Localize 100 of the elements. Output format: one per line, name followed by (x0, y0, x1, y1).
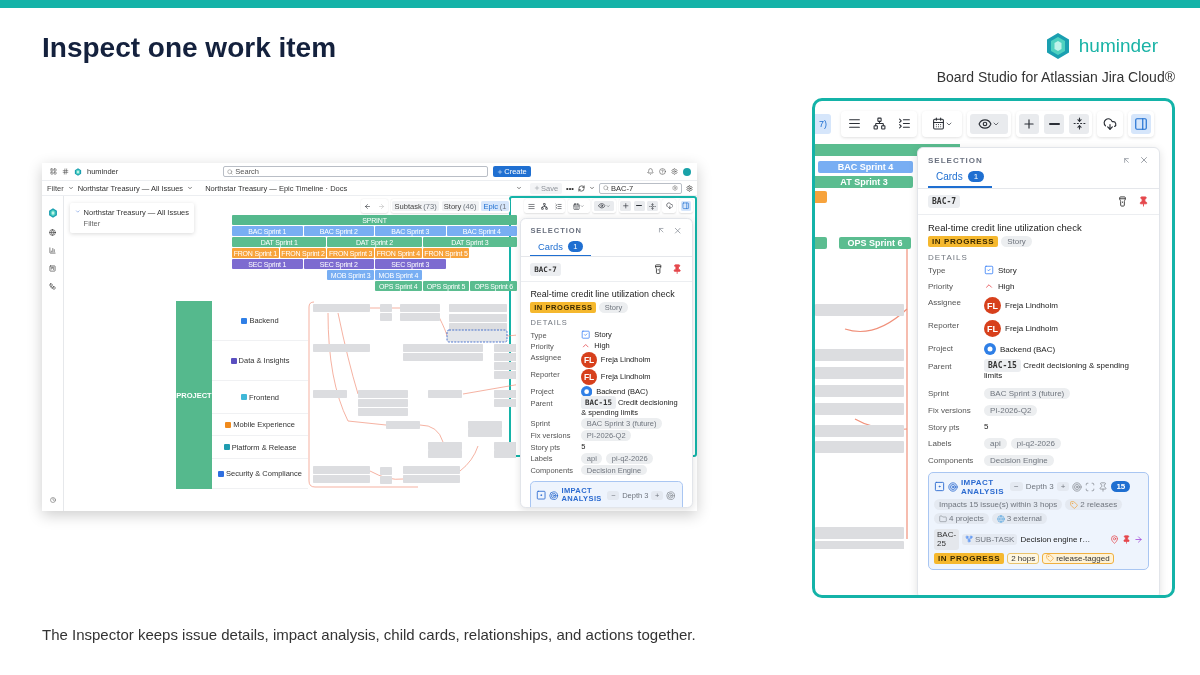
impact-chip: 3 external (991, 513, 1047, 525)
pin-icon[interactable] (1098, 481, 1109, 492)
field-label: Priority (530, 340, 555, 351)
map-pin-icon[interactable] (1110, 534, 1119, 544)
impact-chip: 2 releases (1065, 499, 1123, 511)
filter-chip[interactable]: 7) (815, 113, 831, 134)
depth-increase-button[interactable]: + (651, 490, 664, 500)
caret-icon[interactable] (516, 185, 522, 191)
parent-issue[interactable]: BAC-15 Credit decisioning & spending limits (581, 397, 683, 418)
tag-icon (1070, 500, 1079, 509)
board-icon[interactable] (49, 265, 56, 272)
help-icon[interactable] (659, 168, 666, 175)
pin-icon[interactable] (1122, 534, 1131, 544)
caret-icon[interactable] (187, 185, 194, 191)
hash-icon[interactable] (62, 168, 69, 175)
caret-icon[interactable] (589, 185, 595, 191)
target-icon[interactable] (1072, 481, 1083, 492)
field-value: Story (998, 265, 1017, 275)
bell-icon[interactable] (647, 168, 654, 175)
depth-increase-button[interactable]: + (1056, 482, 1070, 492)
field-label: Priority (928, 281, 954, 291)
field-chip: PI-2026-Q2 (984, 404, 1038, 416)
chart-icon[interactable] (49, 247, 56, 254)
field-value: Freja Lindholm (1005, 301, 1058, 310)
avatar: FL (581, 368, 598, 385)
flashlight-icon[interactable] (1117, 196, 1128, 207)
field-value: Freja Lindholm (600, 372, 651, 382)
globe-icon (996, 514, 1005, 523)
panel-heading: SELECTION (530, 225, 583, 235)
field-value: 5 (984, 421, 989, 431)
zoom-in-button[interactable] (1019, 113, 1039, 134)
clock-icon[interactable] (49, 497, 56, 503)
list-icon (897, 117, 911, 130)
globe-icon[interactable] (49, 229, 56, 236)
avatar: FL (581, 351, 598, 368)
field-label: Components (928, 454, 975, 465)
tag-icon (1046, 554, 1055, 563)
tagline: Board Studio for Atlassian Jira Cloud® (936, 69, 1175, 85)
field-value: High (594, 341, 610, 351)
pin-icon[interactable] (672, 264, 683, 275)
zoom-out-button[interactable] (1044, 113, 1064, 134)
depth-label: Depth 3 (1025, 482, 1054, 492)
plus-icon (497, 168, 504, 175)
field-label: Project (928, 343, 954, 353)
close-icon[interactable] (673, 225, 683, 235)
workflow-icon[interactable] (49, 283, 56, 290)
field-chip: BAC Sprint 3 (future) (581, 418, 663, 430)
pin-icon[interactable] (1138, 196, 1149, 207)
collapse-icon[interactable] (657, 226, 666, 235)
field-chip: Decision Engine (581, 464, 647, 476)
depth-decrease-button[interactable]: − (607, 490, 620, 500)
target-icon (549, 490, 559, 501)
field-label: Project (530, 385, 555, 396)
field-chip: api (984, 437, 1007, 449)
settings-icon[interactable] (686, 184, 693, 192)
field-label: Type (928, 265, 947, 275)
priority-icon (984, 281, 994, 291)
impact-chip: 4 projects (934, 513, 989, 525)
app-logo (47, 208, 58, 218)
collapse-icon[interactable] (1122, 155, 1131, 165)
eye-dropdown[interactable] (970, 113, 1008, 134)
field-chip: PI-2026-Q2 (581, 430, 632, 441)
parent-issue[interactable]: BAC-15 Credit decisioning & spending limits (984, 361, 1149, 382)
slide-title: Inspect one work item (42, 32, 337, 65)
panel-toggle-button[interactable] (680, 200, 692, 212)
settings-icon (672, 185, 678, 191)
field-value: Freja Lindholm (600, 355, 651, 365)
toggle-icon[interactable] (934, 481, 945, 493)
zoom-out-button[interactable] (633, 200, 645, 212)
expand-icon[interactable] (1085, 481, 1096, 492)
avatar[interactable] (683, 167, 691, 176)
count-badge: 15 (1111, 481, 1131, 493)
refresh-icon[interactable] (578, 184, 585, 192)
calendar-icon (931, 117, 945, 130)
cards-tab[interactable]: Cards 1 (928, 167, 993, 188)
depth-decrease-button[interactable]: − (1010, 482, 1023, 492)
field-label: Fix versions (928, 404, 972, 415)
cloud-icon (1103, 116, 1117, 131)
status-badge: IN PROGRESS (928, 236, 999, 247)
app-logo (74, 167, 82, 176)
target-icon (948, 481, 958, 492)
panel-icon (1134, 116, 1148, 131)
caret-icon[interactable] (67, 185, 74, 191)
panel-toggle-button[interactable] (1131, 113, 1151, 134)
field-label: Labels (928, 437, 953, 448)
issue-title: Decision engine r… (1020, 534, 1092, 544)
plus-icon (534, 185, 540, 191)
toggle-icon[interactable] (536, 490, 547, 501)
fit-button[interactable] (1069, 113, 1089, 134)
fit-icon (1072, 117, 1086, 130)
impact-title: IMPACT ANALYSIS (961, 477, 1005, 497)
target-icon[interactable] (666, 490, 676, 501)
cards-tab[interactable]: Cards 1 (530, 236, 591, 257)
arrow-right-icon[interactable] (1134, 534, 1143, 544)
story-icon (984, 265, 994, 275)
flashlight-icon[interactable] (652, 264, 663, 275)
grid-icon[interactable] (50, 168, 57, 175)
close-icon[interactable] (1139, 155, 1149, 165)
project-icon (984, 343, 996, 355)
settings-icon[interactable] (671, 168, 678, 175)
